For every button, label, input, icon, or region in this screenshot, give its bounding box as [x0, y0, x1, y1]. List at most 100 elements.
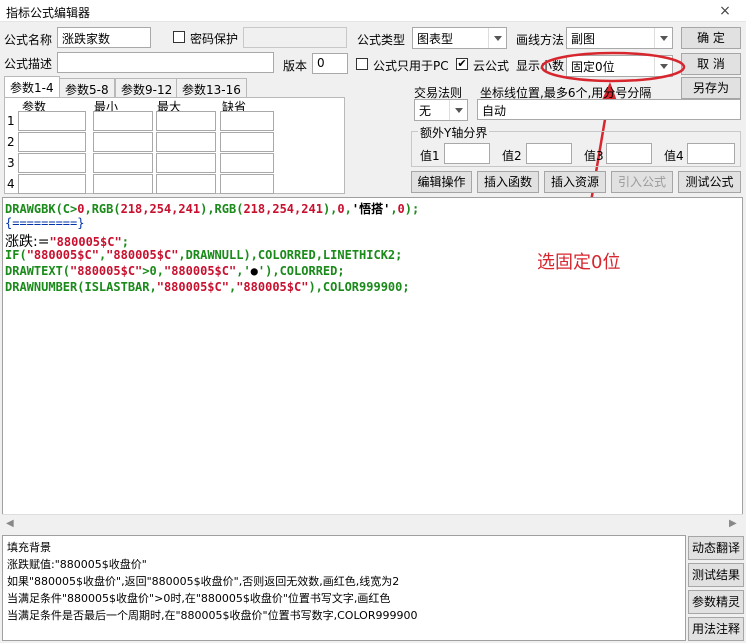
param-max-input[interactable] [156, 174, 216, 194]
code-token: ,RGB( [84, 202, 121, 216]
param-name-input[interactable] [18, 132, 86, 152]
param-name-input[interactable] [18, 153, 86, 173]
param-max-input[interactable] [156, 132, 216, 152]
desc-label: 公式描述 [4, 57, 53, 71]
param-name-input[interactable] [18, 174, 86, 194]
code-token: "880005$C" [163, 264, 237, 278]
desc-line: 涨跌赋值:"880005$收盘价" [7, 558, 147, 571]
param-min-input[interactable] [93, 111, 153, 131]
dynamic-translate-button[interactable]: 动态翻译 [688, 536, 744, 560]
password-input[interactable] [243, 27, 347, 48]
edit-op-button[interactable]: 编辑操作 [411, 171, 472, 193]
code-token: ,DRAWNULL),COLORRED,LINETHICK2; [178, 248, 403, 262]
param-row-label: 2 [7, 135, 15, 149]
param-min-input[interactable] [93, 132, 153, 152]
yaxis-label: 额外Y轴分界 [418, 124, 490, 141]
code-token: '悟搭' [351, 202, 391, 216]
code-token: 0 [397, 202, 405, 216]
code-token: 218,254,241 [243, 202, 323, 216]
tab-params-9-12[interactable]: 参数9-12 [115, 78, 179, 98]
trade-value: 无 [419, 104, 432, 118]
code-token: , [344, 202, 352, 216]
annotation-text: 选固定0位 [537, 252, 621, 273]
desc-line: 如果"880005$收盘价",返回"880005$收盘价",否则返回无效数,画红… [7, 575, 400, 588]
yaxis-v2-input[interactable] [526, 143, 572, 164]
chevron-down-icon [488, 28, 506, 48]
param-row-label: 1 [7, 114, 15, 128]
param-default-input[interactable] [220, 132, 274, 152]
code-token: >0, [142, 264, 164, 278]
code-token: 218,254,241 [120, 202, 201, 216]
version-input[interactable]: 0 [312, 53, 348, 74]
yaxis-v3-input[interactable] [606, 143, 652, 164]
insert-func-button[interactable]: 插入函数 [477, 171, 539, 193]
param-max-input[interactable] [156, 111, 216, 131]
description-panel: 填充背景 涨跌赋值:"880005$收盘价" 如果"880005$收盘价",返回… [2, 535, 686, 641]
code-line: DRAWTEXT("880005$C">0,"880005$C",'●'),CO… [5, 264, 345, 278]
param-wizard-button[interactable]: 参数精灵 [688, 590, 744, 614]
code-token: 0 [337, 202, 345, 216]
cloud-checkbox[interactable]: ✔ [456, 58, 468, 70]
version-label: 版本 [283, 59, 308, 73]
yaxis-v2-label: 值2 [502, 149, 522, 163]
chevron-down-icon [449, 100, 467, 120]
yaxis-v4-input[interactable] [687, 143, 735, 164]
param-row-label: 4 [7, 177, 15, 191]
code-line: IF("880005$C","880005$C",DRAWNULL),COLOR… [5, 248, 402, 262]
code-token: DRAWGBK(C> [5, 202, 78, 216]
cloud-label: 云公式 [473, 59, 510, 73]
insert-res-button[interactable]: 插入资源 [544, 171, 606, 193]
close-icon[interactable]: × [704, 0, 746, 22]
code-token: ● [250, 264, 258, 278]
param-min-input[interactable] [93, 153, 153, 173]
draw-value: 副图 [571, 32, 596, 46]
code-token: "880005$C" [236, 280, 309, 294]
code-token: ),COLOR999900; [308, 280, 410, 294]
yaxis-v1-label: 值1 [420, 149, 440, 163]
scroll-right-icon[interactable]: ▶ [729, 518, 737, 529]
code-token: "880005$C" [106, 248, 179, 262]
password-checkbox[interactable] [173, 31, 185, 43]
code-line: DRAWGBK(C>0,RGB(218,254,241),RGB(218,254… [5, 200, 419, 217]
param-default-input[interactable] [220, 153, 274, 173]
scroll-left-icon[interactable]: ◀ [6, 518, 14, 529]
yaxis-v4-label: 值4 [664, 149, 684, 163]
param-name-input[interactable] [18, 111, 86, 131]
test-result-button[interactable]: 测试结果 [688, 563, 744, 587]
usage-notes-button[interactable]: 用法注释 [688, 617, 744, 641]
import-button[interactable]: 引入公式 [611, 171, 673, 193]
code-token: "880005$C" [49, 235, 122, 249]
code-editor[interactable]: DRAWGBK(C>0,RGB(218,254,241),RGB(218,254… [2, 197, 743, 532]
code-token: ; [121, 235, 129, 249]
param-max-input[interactable] [156, 153, 216, 173]
code-line: {=========} [5, 216, 85, 230]
param-default-input[interactable] [220, 174, 274, 194]
pc-only-checkbox[interactable] [356, 58, 368, 70]
ok-button[interactable]: 确 定 [681, 27, 741, 49]
desc-input[interactable] [57, 52, 274, 73]
pc-only-label: 公式只用于PC [373, 59, 449, 73]
yaxis-v1-input[interactable] [444, 143, 490, 164]
trade-select[interactable]: 无 [414, 99, 468, 121]
tab-params-1-4[interactable]: 参数1-4 [4, 76, 60, 98]
type-select[interactable]: 图表型 [412, 27, 507, 49]
code-token: "880005$C" [26, 248, 99, 262]
code-token: ); [404, 202, 420, 216]
param-min-input[interactable] [93, 174, 153, 194]
test-button[interactable]: 测试公式 [678, 171, 741, 193]
code-token: "880005$C" [156, 280, 229, 294]
horizontal-scrollbar[interactable]: ◀ ▶ [2, 514, 743, 532]
draw-label: 画线方法 [516, 33, 565, 47]
desc-line: 填充背景 [7, 541, 51, 554]
param-row-label: 3 [7, 156, 15, 170]
code-line: DRAWNUMBER(ISLASTBAR,"880005$C","880005$… [5, 280, 410, 294]
chevron-down-icon [654, 28, 672, 48]
code-token: , [390, 202, 398, 216]
name-input[interactable]: 涨跌家数 [57, 27, 151, 48]
tab-params-13-16[interactable]: 参数13-16 [176, 78, 247, 98]
coord-input[interactable]: 自动 [477, 99, 741, 120]
draw-select[interactable]: 副图 [566, 27, 673, 49]
param-default-input[interactable] [220, 111, 274, 131]
code-token: ), [322, 202, 338, 216]
tab-params-5-8[interactable]: 参数5-8 [59, 78, 115, 98]
